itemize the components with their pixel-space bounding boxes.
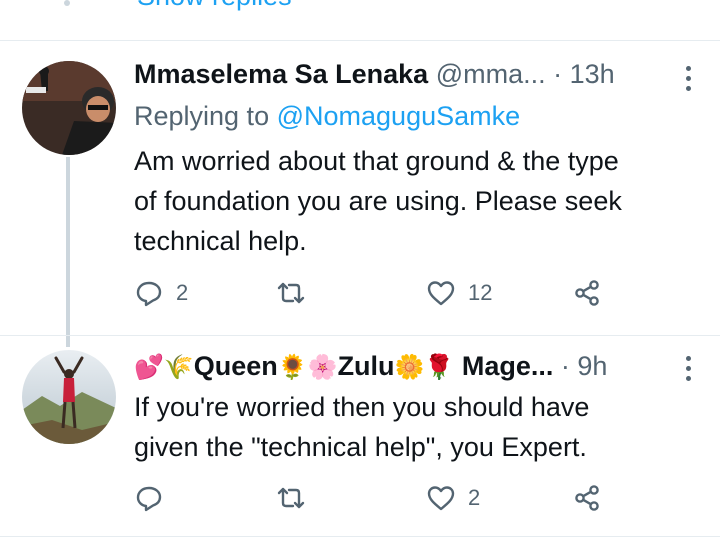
- divider: [0, 536, 720, 537]
- thread-line: [66, 157, 70, 347]
- retweet-button[interactable]: [276, 478, 318, 518]
- more-icon[interactable]: [686, 356, 692, 386]
- tweet-header: 💕🌾Queen🌻🌸Zulu🌼🌹 Mage... · 9h: [134, 346, 700, 386]
- share-icon: [575, 280, 599, 306]
- timestamp[interactable]: 9h: [577, 351, 607, 381]
- separator: ·: [560, 351, 570, 381]
- thread-connector: [64, 0, 70, 6]
- avatar[interactable]: [22, 350, 116, 444]
- tweet-text: Am worried about that ground & the type …: [134, 141, 704, 261]
- mention-link[interactable]: @NomaguguSamke: [277, 101, 521, 131]
- replying-to: Replying to @NomaguguSamke: [134, 98, 520, 134]
- timestamp[interactable]: 13h: [570, 59, 615, 89]
- retweet-icon: [277, 487, 305, 509]
- show-replies-link[interactable]: Show replies: [137, 0, 292, 10]
- tweet-text-line: Am worried about that ground & the type: [134, 146, 619, 176]
- name-emoji: 🌼🌹: [394, 353, 455, 381]
- like-count: 12: [468, 280, 493, 305]
- tweet-text-line: given the "technical help", you Expert.: [134, 432, 587, 462]
- reply-icon: [136, 486, 162, 512]
- retweet-button[interactable]: [276, 273, 318, 313]
- name-emoji: 💕🌾: [134, 353, 194, 381]
- separator: ·: [553, 59, 563, 89]
- reply-icon: [136, 281, 162, 307]
- user-handle[interactable]: @mma...: [436, 59, 546, 89]
- retweet-icon: [277, 282, 305, 304]
- tweet-text: If you're worried then you should have g…: [134, 387, 704, 467]
- reply-button[interactable]: [134, 478, 176, 518]
- tweet-header: Mmaselema Sa Lenaka @mma... · 13h: [134, 54, 700, 94]
- tweet-text-line: technical help.: [134, 226, 307, 256]
- share-button[interactable]: [572, 273, 602, 313]
- previous-tweet-footer: Show replies: [0, 0, 720, 41]
- reply-count: 2: [176, 280, 189, 305]
- tweet-actions: 2: [134, 478, 614, 518]
- reply-button[interactable]: 2: [134, 273, 188, 313]
- display-name[interactable]: 💕🌾Queen🌻🌸Zulu🌼🌹 Mage...: [134, 351, 553, 381]
- name-part: Zulu: [337, 351, 395, 381]
- tweet-text-line: If you're worried then you should have: [134, 392, 590, 422]
- avatar[interactable]: [22, 61, 116, 155]
- tweet[interactable]: Mmaselema Sa Lenaka @mma... · 13h Replyi…: [0, 41, 720, 347]
- share-button[interactable]: [572, 478, 602, 518]
- like-icon: [427, 281, 455, 306]
- like-button[interactable]: 2: [426, 478, 480, 518]
- like-icon: [427, 486, 455, 511]
- share-icon: [575, 485, 599, 511]
- display-name[interactable]: Mmaselema Sa Lenaka: [134, 59, 428, 89]
- like-count: 2: [468, 485, 481, 510]
- tweet-actions: 2 12: [134, 273, 614, 313]
- tweet-text-line: of foundation you are using. Please seek: [134, 186, 622, 216]
- more-icon[interactable]: [686, 66, 692, 96]
- name-part: Queen: [193, 351, 278, 381]
- replying-prefix: Replying to: [134, 101, 270, 131]
- name-emoji: 🌻🌸: [277, 353, 338, 381]
- name-part: Mage...: [461, 351, 554, 381]
- like-button[interactable]: 12: [426, 273, 492, 313]
- tweet[interactable]: 💕🌾Queen🌻🌸Zulu🌼🌹 Mage... · 9h If you're w…: [0, 336, 720, 539]
